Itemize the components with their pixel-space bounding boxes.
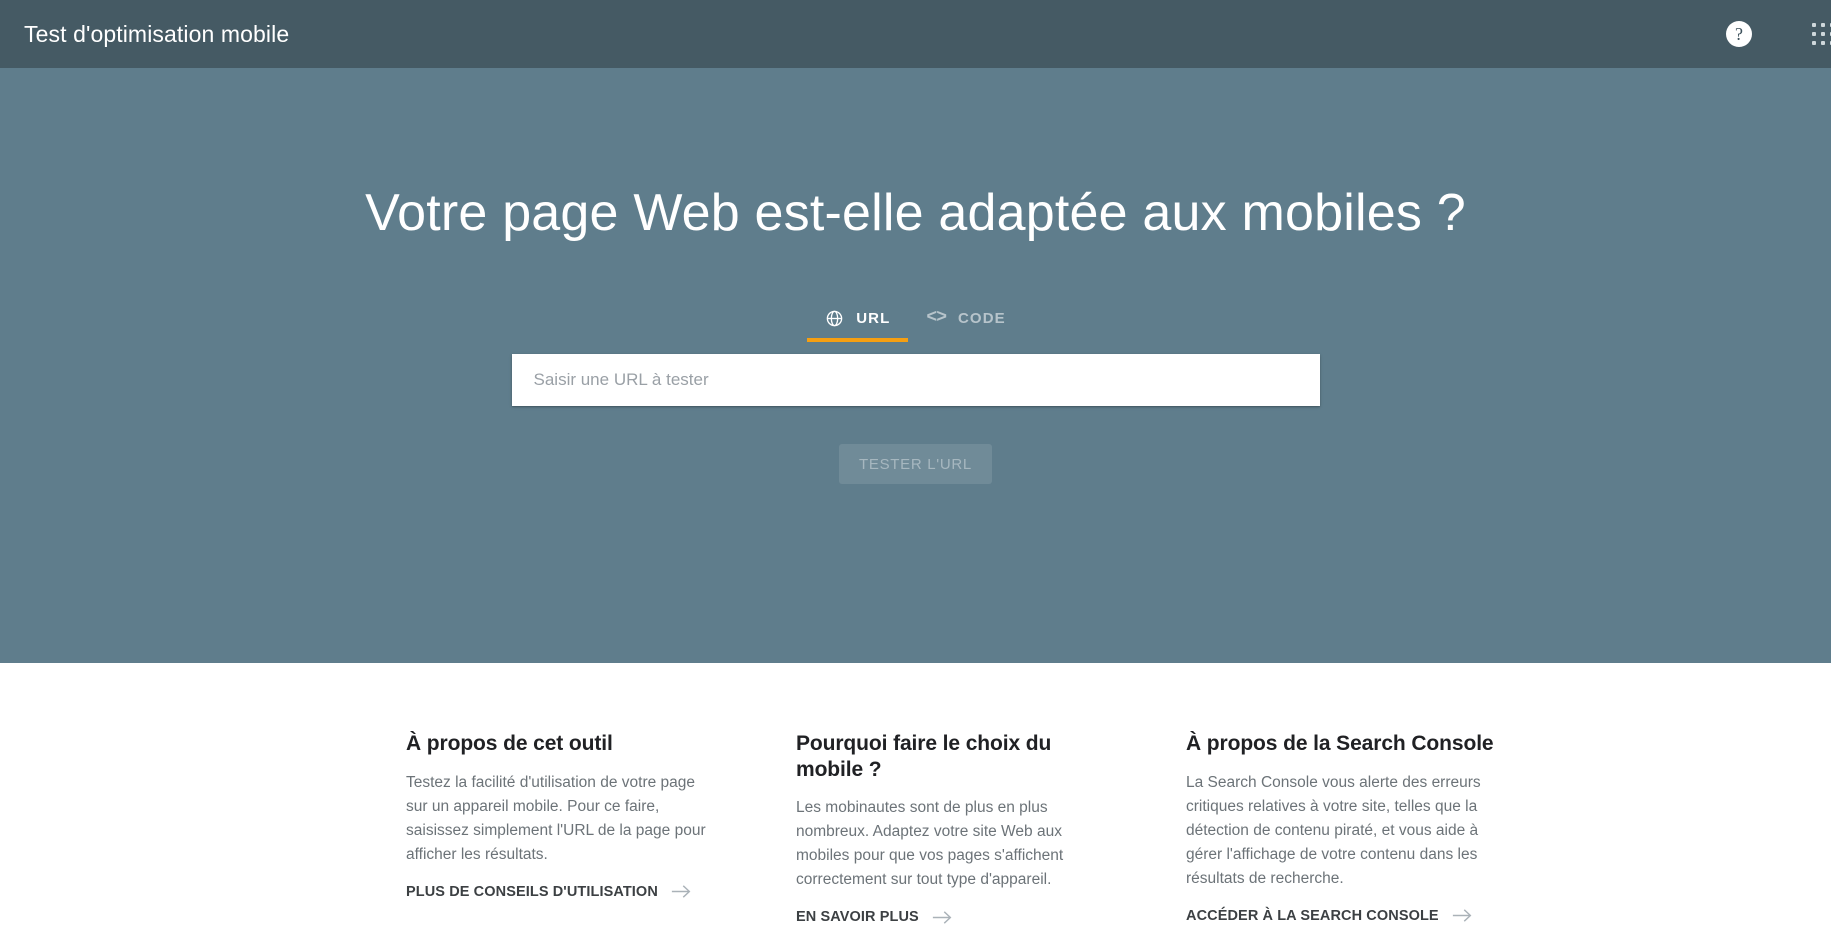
appbar-actions: ? (1717, 0, 1831, 68)
info-heading: À propos de cet outil (406, 732, 613, 755)
info-link-more-tips[interactable]: PLUS DE CONSEILS D'UTILISATION (406, 884, 692, 900)
info-column-search-console: À propos de la Search Console La Search … (1186, 731, 1516, 926)
app-bar: Test d'optimisation mobile ? (0, 0, 1831, 68)
info-column-about-tool: À propos de cet outil Testez la facilité… (406, 731, 716, 926)
help-button[interactable]: ? (1717, 12, 1761, 56)
url-input[interactable] (511, 354, 1320, 407)
tab-url-underline (807, 338, 909, 343)
tab-url[interactable]: URL (807, 294, 909, 343)
help-circle-icon: ? (1726, 21, 1752, 47)
info-link-label: EN SAVOIR PLUS (796, 909, 919, 926)
globe-icon (825, 309, 844, 328)
arrow-right-icon (932, 910, 953, 925)
arrow-right-icon (1452, 908, 1473, 923)
info-link-search-console[interactable]: ACCÉDER À LA SEARCH CONSOLE (1186, 908, 1473, 924)
info-body: Les mobinautes sont de plus en plus nomb… (796, 799, 1064, 889)
arrow-right-icon (671, 884, 692, 899)
info-columns: À propos de cet outil Testez la facilité… (406, 731, 1516, 926)
test-url-button[interactable]: TESTER L'URL (839, 444, 992, 485)
info-body: Testez la facilité d'utilisation de votr… (406, 773, 706, 863)
code-brackets-icon: <> (926, 308, 947, 329)
app-title: Test d'optimisation mobile (24, 20, 290, 47)
info-heading: Pourquoi faire le choix du mobile ? (796, 732, 1052, 781)
tab-url-label: URL (856, 309, 891, 327)
apps-grid-button[interactable] (1797, 8, 1831, 60)
page-title: Votre page Web est-elle adaptée aux mobi… (365, 184, 1466, 242)
info-body: La Search Console vous alerte des erreur… (1186, 773, 1481, 887)
apps-grid-icon (1812, 23, 1831, 45)
info-link-label: ACCÉDER À LA SEARCH CONSOLE (1186, 907, 1439, 924)
url-input-container[interactable] (511, 354, 1320, 407)
hero-section: Votre page Web est-elle adaptée aux mobi… (0, 68, 1831, 663)
tab-code[interactable]: <> CODE (908, 294, 1023, 342)
tab-code-label: CODE (958, 309, 1006, 327)
info-column-why-mobile: Pourquoi faire le choix du mobile ? Les … (796, 731, 1106, 926)
info-link-learn-more[interactable]: EN SAVOIR PLUS (796, 909, 953, 925)
tab-code-underline (908, 338, 1023, 342)
info-section: À propos de cet outil Testez la facilité… (0, 663, 1831, 945)
info-link-label: PLUS DE CONSEILS D'UTILISATION (406, 883, 658, 900)
info-heading: À propos de la Search Console (1186, 732, 1494, 755)
input-mode-tabs: URL <> CODE (807, 294, 1024, 343)
